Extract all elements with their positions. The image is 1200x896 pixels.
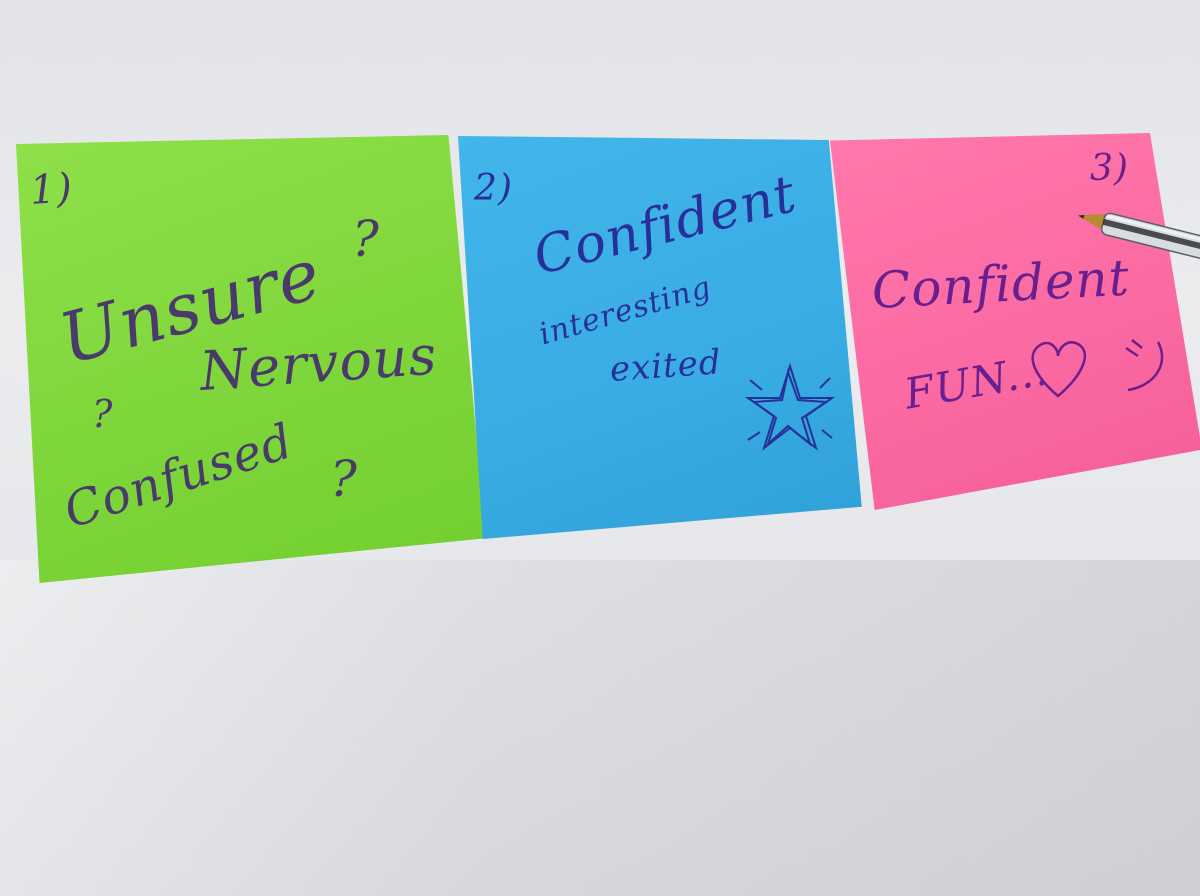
wall-shadow [0, 560, 1200, 896]
smiley-doodle-icon [1125, 339, 1164, 392]
question-mark: ? [352, 210, 380, 268]
question-mark: ? [330, 450, 358, 508]
heart-doodle-icon [1031, 341, 1087, 398]
sticky-note-pink [830, 133, 1200, 510]
pen-icon [1078, 212, 1200, 260]
note-number-2: 2) [474, 168, 513, 209]
note-number-1: 1) [28, 165, 75, 214]
word-exited: exited [608, 342, 723, 390]
star-doodle-icon [744, 362, 836, 451]
question-mark: ? [92, 392, 114, 436]
note-number-3: 3) [1090, 148, 1129, 189]
